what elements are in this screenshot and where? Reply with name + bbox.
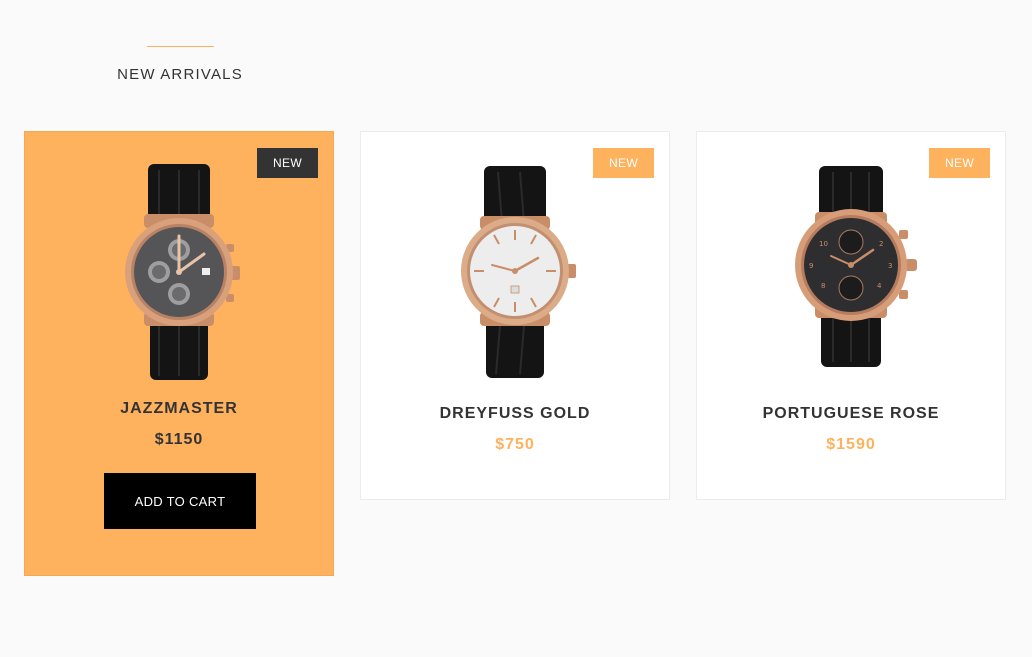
svg-text:9: 9 xyxy=(809,262,813,270)
product-price: $1150 xyxy=(154,431,204,448)
new-badge: NEW xyxy=(593,148,654,178)
product-price: $750 xyxy=(495,436,535,453)
watch-image[interactable] xyxy=(450,164,580,380)
product-price: $1590 xyxy=(826,436,876,453)
add-to-cart-button[interactable]: ADD TO CART xyxy=(104,473,256,529)
new-badge: NEW xyxy=(929,148,990,178)
watch-image[interactable]: 10 8 2 4 9 3 xyxy=(781,164,921,369)
section-divider xyxy=(146,46,214,47)
svg-text:2: 2 xyxy=(879,240,883,248)
section-title: NEW ARRIVALS xyxy=(117,66,243,83)
section-header: NEW ARRIVALS xyxy=(100,46,260,83)
watch-image[interactable] xyxy=(114,162,244,382)
product-card-dreyfuss-gold[interactable]: NEW DREYFUSS GOLD $750 xyxy=(360,131,670,500)
product-name[interactable]: DREYFUSS GOLD xyxy=(361,405,669,423)
svg-text:8: 8 xyxy=(821,282,825,290)
product-card-portuguese-rose[interactable]: NEW 10 8 2 4 9 3 PORTUGUESE ROSE $1590 xyxy=(696,131,1006,500)
new-badge: NEW xyxy=(257,148,318,178)
svg-text:4: 4 xyxy=(877,282,882,290)
product-name[interactable]: JAZZMASTER xyxy=(25,400,333,418)
svg-text:3: 3 xyxy=(888,262,892,270)
svg-text:10: 10 xyxy=(819,240,828,248)
page: NEW ARRIVALS NEW JAZZMASTER $1150 ADD TO… xyxy=(0,0,1032,657)
product-card-jazzmaster[interactable]: NEW JAZZMASTER $1150 ADD TO CART xyxy=(24,131,334,576)
product-name[interactable]: PORTUGUESE ROSE xyxy=(697,405,1005,423)
